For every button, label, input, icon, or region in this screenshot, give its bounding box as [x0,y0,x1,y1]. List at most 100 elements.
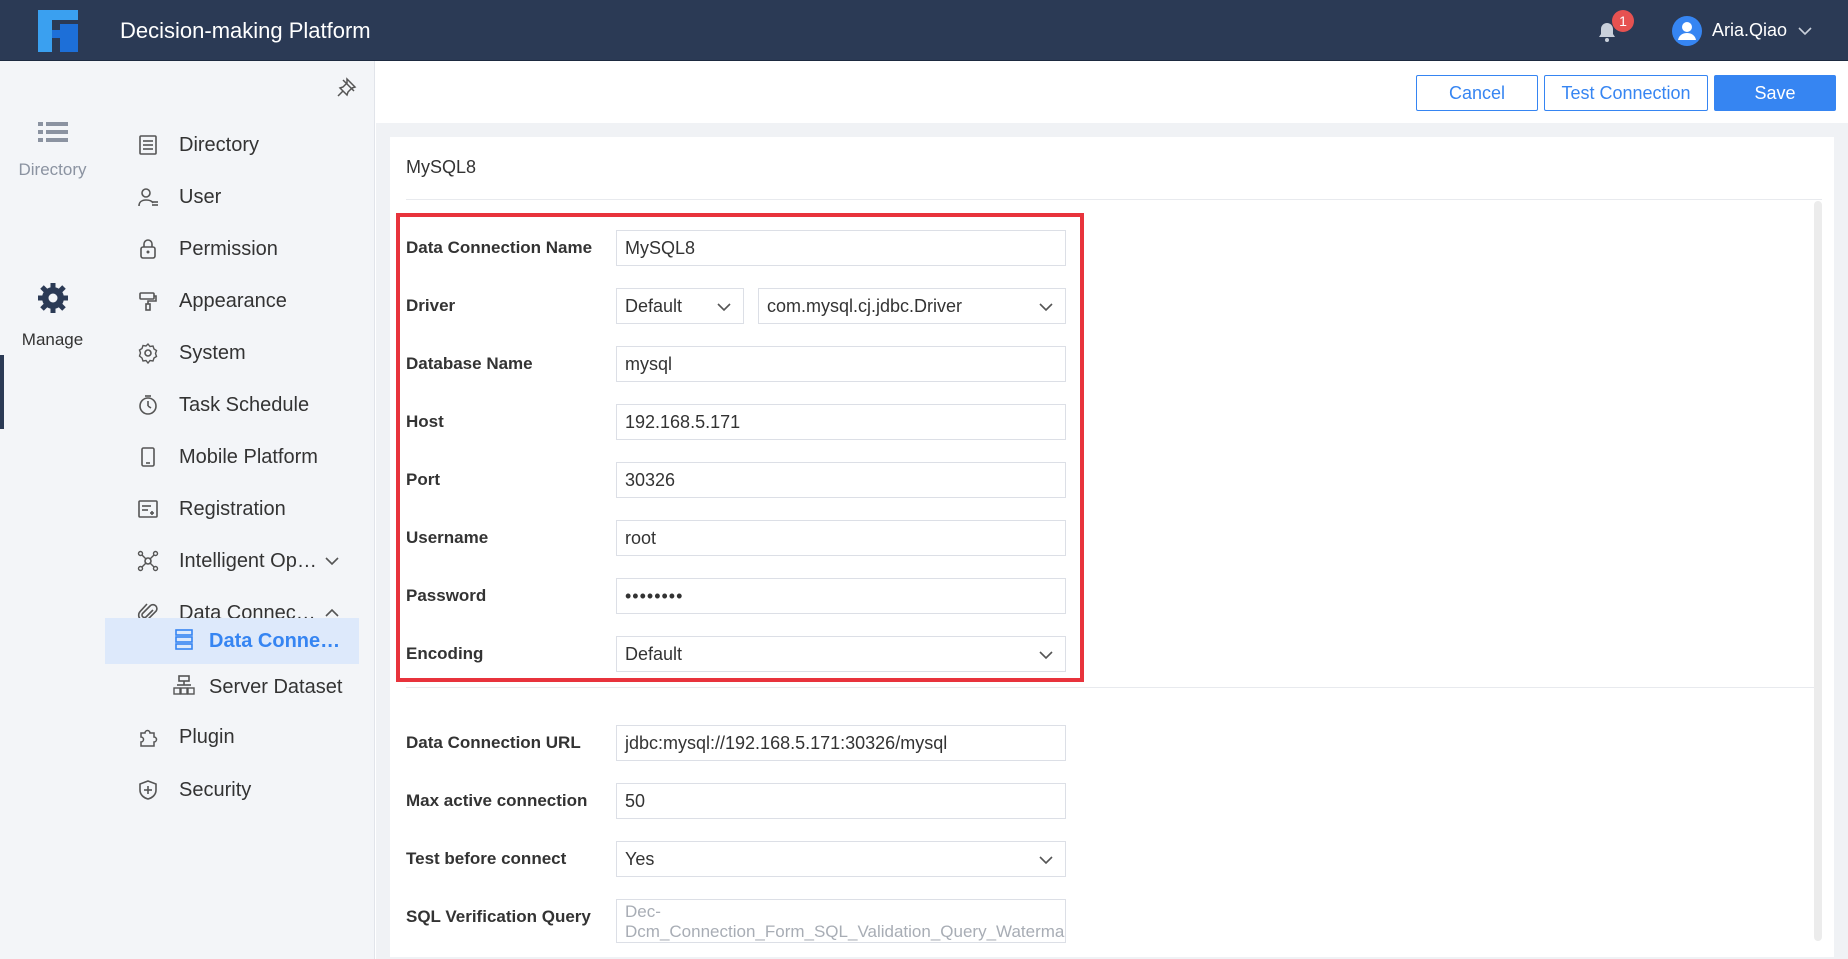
test-before-connect-value: Yes [625,849,655,869]
nav-item-permission[interactable]: Permission [105,225,359,273]
top-bar: Decision-making Platform 1 Aria.Qiao [0,0,1848,61]
settings-icon [138,342,158,364]
database-name-input[interactable]: mysql [616,346,1066,382]
test-before-connect-select[interactable]: Yes [616,841,1066,877]
connection-form-card: MySQL8 Data Connection Name MySQL8 Drive… [390,137,1834,957]
driver-type-select[interactable]: Default [616,288,744,324]
platform-logo-icon[interactable] [38,10,84,52]
username-label: Username [406,528,489,547]
user-icon [1678,22,1696,40]
nav-label: Registration [179,497,286,520]
paint-roller-icon [139,292,157,311]
max-active-label: Max active connection [406,791,588,810]
rail-item-directory[interactable]: Directory [0,119,105,180]
nav-subitem-server-dataset[interactable]: Server Dataset [105,664,359,710]
nav-item-appearance[interactable]: Appearance [105,277,359,325]
shield-icon [139,780,157,800]
main-content: Cancel Test Connection Save MySQL8 Data … [376,61,1848,959]
network-icon [137,550,159,572]
nav-subitem-data-connection[interactable]: Data Conne… [105,618,359,664]
encoding-value: Default [625,644,683,664]
chevron-down-icon[interactable] [323,552,341,570]
notification-badge: 1 [1612,10,1634,32]
password-label: Password [406,586,487,605]
chevron-down-icon [1039,651,1053,660]
username-input[interactable]: root [616,520,1066,556]
rail-item-manage[interactable]: Manage [0,281,105,350]
nav-item-security[interactable]: Security [105,766,359,814]
host-input[interactable]: 192.168.5.171 [616,404,1066,440]
chevron-down-icon[interactable] [1796,22,1814,40]
test-connection-button[interactable]: Test Connection [1544,75,1708,111]
nav-label: Plugin [179,725,235,748]
port-label: Port [406,470,440,489]
nav-item-mobile-platform[interactable]: Mobile Platform [105,433,359,481]
chevron-down-icon [1039,303,1053,312]
nav-item-registration[interactable]: Registration [105,485,359,533]
nav-label: User [179,185,222,208]
nav-item-directory[interactable]: Directory [105,121,359,169]
encoding-label: Encoding [406,644,484,663]
mobile-icon [141,447,155,467]
chevron-down-icon [1039,856,1053,865]
driver-class-select[interactable]: com.mysql.cj.jdbc.Driver [758,288,1066,324]
management-nav: Directory User Permission Appearance Sys… [105,61,375,959]
encoding-select[interactable]: Default [616,636,1066,672]
database-name-label: Database Name [406,354,533,373]
nav-item-system[interactable]: System [105,329,359,377]
document-list-icon [139,135,157,155]
cancel-button[interactable]: Cancel [1416,75,1538,111]
rail-manage-label: Manage [21,330,84,349]
port-input[interactable]: 30326 [616,462,1066,498]
nav-sub-label: Server Dataset [209,675,343,698]
timer-icon [139,395,157,415]
lock-icon [140,239,156,259]
password-input[interactable]: •••••••• [616,578,1066,614]
nav-label: Task Schedule [179,393,310,416]
dataset-tree-icon [173,675,195,695]
driver-label: Driver [406,296,456,315]
nav-label: Appearance [179,289,287,312]
app-title: Decision-making Platform [120,18,371,43]
sql-verification-input[interactable]: Dec-Dcm_Connection_Form_SQL_Validation_Q… [616,899,1066,943]
sql-verification-label: SQL Verification Query [406,907,591,926]
connection-name-label: Data Connection Name [406,238,593,257]
driver-class-value: com.mysql.cj.jdbc.Driver [767,296,963,316]
divider [406,687,1822,688]
avatar[interactable] [1672,16,1702,46]
nav-label: Intelligent Op… [179,549,317,572]
rail-directory-label: Directory [18,160,87,179]
nav-sub-label: Data Conne… [209,629,341,652]
action-bar: Cancel Test Connection Save [376,61,1848,123]
user-icon [138,188,158,207]
connection-name-input[interactable]: MySQL8 [616,230,1066,266]
registration-icon [138,500,158,518]
nav-item-intelligent-operation[interactable]: Intelligent Op… [105,537,359,585]
left-rail: Directory Manage [0,61,105,959]
url-input[interactable]: jdbc:mysql://192.168.5.171:30326/mysql [616,725,1066,761]
divider [406,199,1822,200]
gear-icon [37,283,68,313]
save-button[interactable]: Save [1714,75,1836,111]
max-active-input[interactable]: 50 [616,783,1066,819]
chevron-down-icon [717,303,731,312]
nav-item-plugin[interactable]: Plugin [105,713,359,761]
rail-active-indicator [0,355,4,429]
nav-item-user[interactable]: User [105,173,359,221]
nav-label: Security [179,778,252,801]
host-label: Host [406,412,444,431]
pin-icon[interactable] [335,77,357,99]
nav-label: System [179,341,246,364]
puzzle-icon [140,729,158,747]
nav-label: Permission [179,237,278,260]
list-icon [37,122,68,142]
nav-item-task-schedule[interactable]: Task Schedule [105,381,359,429]
nav-label: Mobile Platform [179,445,318,468]
driver-type-value: Default [625,296,683,316]
user-name[interactable]: Aria.Qiao [1712,20,1787,41]
scrollbar[interactable] [1814,201,1822,941]
database-connection-icon [175,629,193,650]
test-before-connect-label: Test before connect [406,849,567,868]
form-title: MySQL8 [406,157,477,177]
nav-label: Directory [179,133,260,156]
